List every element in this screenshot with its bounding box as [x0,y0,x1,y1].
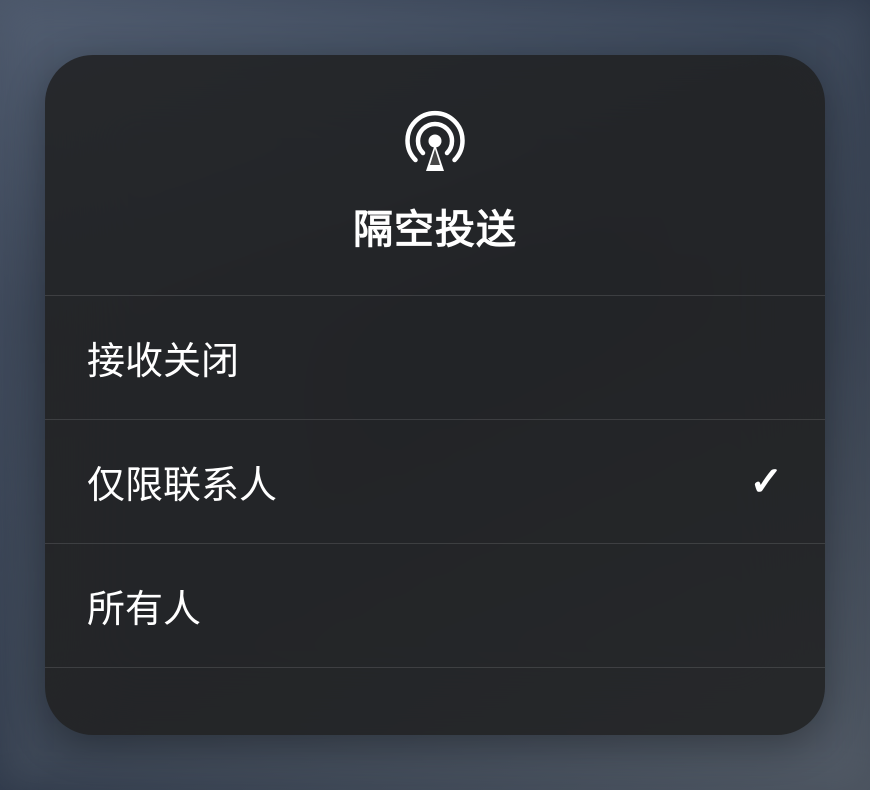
panel-title: 隔空投送 [353,197,517,255]
panel-header: 隔空投送 [45,55,825,296]
option-everyone[interactable]: 所有人 [45,544,825,668]
airdrop-panel: 隔空投送 接收关闭 仅限联系人 ✓ 所有人 [45,55,825,735]
option-label: 接收关闭 [87,330,239,385]
airdrop-icon [400,105,470,175]
option-receiving-off[interactable]: 接收关闭 [45,296,825,420]
checkmark-icon: ✓ [749,462,783,502]
option-label: 所有人 [87,578,201,633]
options-list: 接收关闭 仅限联系人 ✓ 所有人 [45,296,825,668]
option-label: 仅限联系人 [87,454,277,509]
option-contacts-only[interactable]: 仅限联系人 ✓ [45,420,825,544]
